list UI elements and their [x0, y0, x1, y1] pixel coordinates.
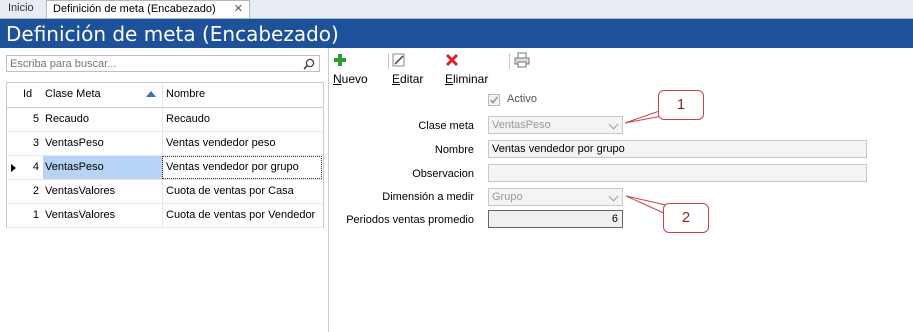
clase-meta-label: Clase meta — [418, 120, 474, 132]
row-indicator — [7, 156, 19, 179]
periodos-value: 6 — [611, 213, 618, 225]
table-row[interactable]: 2 VentasValores Cuota de ventas por Casa — [7, 180, 323, 204]
nombre-field[interactable]: Ventas vendedor por grupo — [488, 140, 867, 158]
observacion-field[interactable] — [488, 164, 867, 182]
table-row-selected[interactable]: 4 VentasPeso Ventas vendedor por grupo — [7, 156, 323, 180]
column-header-nombre[interactable]: Nombre — [162, 83, 326, 106]
tab-definicion-meta-label: Definición de meta (Encabezado) — [53, 3, 216, 15]
metas-grid: Id Clase Meta Nombre 5 Recaudo Recaudo 3… — [6, 82, 324, 228]
cell-id: 5 — [32, 113, 39, 125]
search-input[interactable] — [7, 57, 290, 71]
cell-nombre: Cuota de ventas por Casa — [162, 180, 326, 203]
page-title-bar: Definición de meta (Encabezado) — [0, 19, 913, 48]
periodos-label: Periodos ventas promedio — [346, 214, 474, 226]
column-header-id[interactable]: Id — [23, 83, 43, 106]
close-icon[interactable]: ✕ — [234, 1, 243, 18]
list-pane: Id Clase Meta Nombre 5 Recaudo Recaudo 3… — [0, 48, 329, 332]
search-box — [6, 55, 320, 72]
cell-id: 4 — [32, 161, 39, 173]
cell-clase-meta: VentasPeso — [45, 137, 104, 149]
document-tab-strip: Inicio Definición de meta (Encabezado) ✕ — [0, 0, 913, 19]
cell-clase-meta: VentasValores — [45, 209, 116, 221]
row-indicator — [7, 108, 19, 131]
callout-2: 2 — [663, 203, 709, 233]
cell-clase-meta: VentasPeso — [43, 156, 163, 179]
observacion-label: Observacion — [412, 168, 474, 180]
dimension-select[interactable]: Grupo — [488, 188, 623, 206]
nombre-label: Nombre — [434, 144, 474, 156]
chevron-down-icon — [608, 191, 619, 202]
cell-nombre: Cuota de ventas por Vendedor — [162, 204, 326, 227]
cell-nombre: Ventas vendedor peso — [162, 132, 326, 155]
detail-form: Activo Clase meta VentasPeso Nombre Vent… — [330, 48, 913, 332]
page-title: Definición de meta (Encabezado) — [6, 22, 339, 46]
row-indicator — [7, 180, 19, 203]
periodos-field[interactable]: 6 — [488, 210, 623, 228]
search-icon[interactable] — [302, 57, 316, 71]
tab-inicio[interactable]: Inicio — [2, 0, 40, 17]
chevron-down-icon — [608, 119, 619, 130]
table-row[interactable]: 5 Recaudo Recaudo — [7, 108, 323, 132]
clase-meta-select[interactable]: VentasPeso — [488, 116, 623, 134]
column-header-clase-meta[interactable]: Clase Meta — [43, 83, 163, 106]
table-row[interactable]: 3 VentasPeso Ventas vendedor peso — [7, 132, 323, 156]
cell-clase-meta: Recaudo — [45, 113, 90, 125]
table-row[interactable]: 1 VentasValores Cuota de ventas por Vend… — [7, 204, 323, 228]
callout-1: 1 — [658, 90, 704, 120]
cell-id: 2 — [32, 185, 39, 197]
dimension-label: Dimensión a medir — [382, 191, 474, 203]
activo-checkbox[interactable] — [488, 94, 500, 106]
row-indicator — [7, 132, 19, 155]
cell-nombre[interactable]: Ventas vendedor por grupo — [162, 156, 322, 179]
tab-definicion-meta[interactable]: Definición de meta (Encabezado) ✕ — [46, 0, 250, 18]
activo-label: Activo — [507, 93, 537, 105]
nombre-value: Ventas vendedor por grupo — [492, 143, 625, 155]
cell-id: 3 — [32, 137, 39, 149]
cell-id: 1 — [32, 209, 39, 221]
dimension-value: Grupo — [492, 191, 523, 203]
clase-meta-value: VentasPeso — [492, 119, 551, 131]
grid-header-row: Id Clase Meta Nombre — [7, 83, 323, 108]
sort-ascending-icon — [146, 91, 156, 97]
cell-clase-meta: VentasValores — [45, 185, 116, 197]
row-indicator — [7, 204, 19, 227]
current-row-arrow-icon — [11, 164, 16, 172]
cell-nombre: Recaudo — [162, 108, 326, 131]
